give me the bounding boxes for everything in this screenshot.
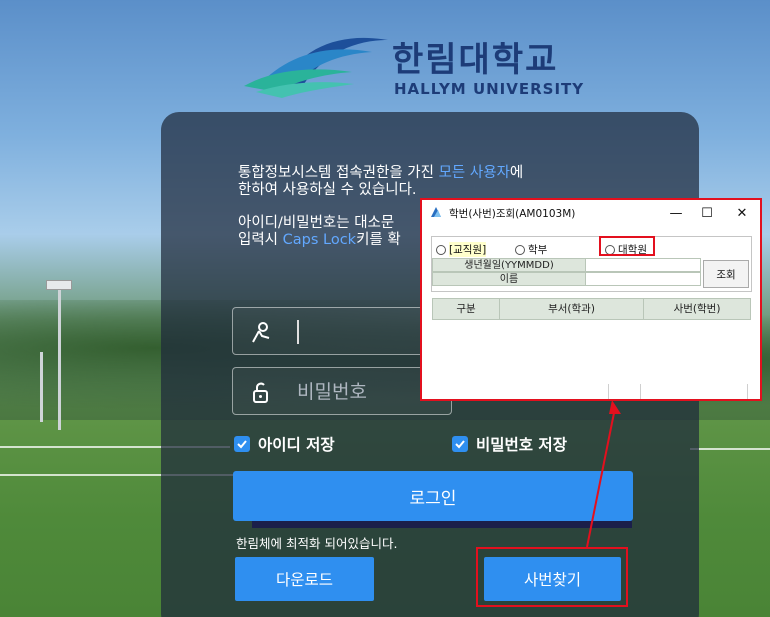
birth-label: 생년월일(YYMMDD) (432, 258, 586, 272)
close-icon[interactable]: ✕ (727, 203, 757, 223)
radio-circle (436, 244, 446, 255)
dialog-titlebar: 학번(사번)조회(AM0103M) — ☐ ✕ (422, 200, 760, 226)
grid-divider (747, 384, 748, 399)
graduate-highlight-box (599, 236, 655, 256)
grid-divider (640, 384, 641, 399)
radio-undergrad[interactable]: 학부 (515, 242, 547, 257)
id-lookup-dialog: 학번(사번)조회(AM0103M) — ☐ ✕ [교직원] 학부 대학원 생년월… (420, 198, 762, 401)
column-header-type[interactable]: 구분 (432, 298, 500, 320)
dialog-title: 학번(사번)조회(AM0103M) (449, 208, 576, 220)
column-header-department[interactable]: 부서(학과) (499, 298, 644, 320)
name-label: 이름 (432, 272, 586, 286)
radio-undergrad-label: 학부 (528, 244, 548, 256)
app-icon (431, 207, 441, 217)
birth-input[interactable] (585, 258, 701, 272)
maximize-icon[interactable]: ☐ (692, 203, 722, 223)
radio-staff[interactable]: [교직원] (436, 242, 487, 257)
column-header-id[interactable]: 사번(학번) (643, 298, 751, 320)
grid-divider (608, 384, 609, 399)
name-input[interactable] (585, 272, 701, 286)
query-button[interactable]: 조회 (703, 260, 749, 288)
minimize-icon[interactable]: — (661, 203, 691, 223)
radio-staff-label: [교직원] (449, 242, 487, 257)
radio-circle (515, 244, 525, 255)
